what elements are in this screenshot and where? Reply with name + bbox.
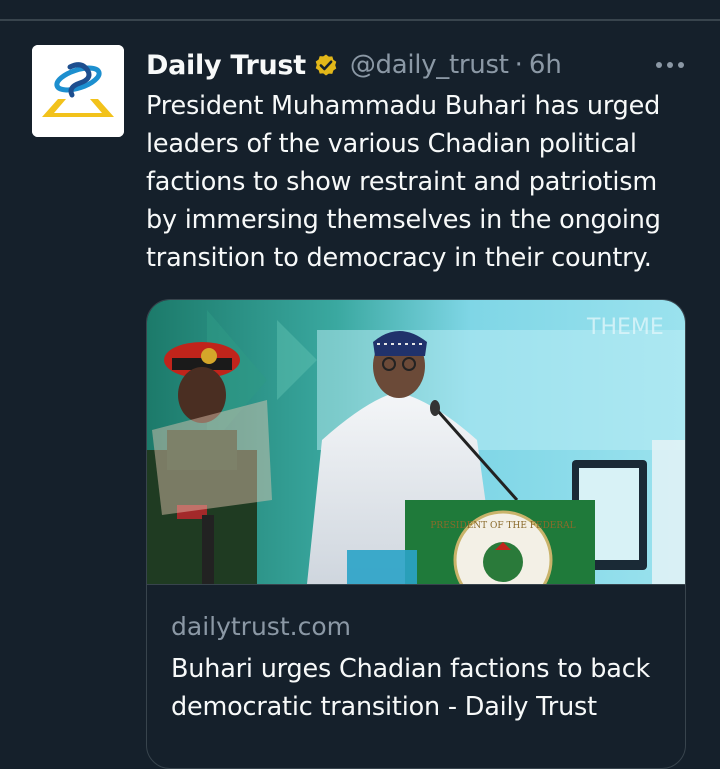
verified-badge-icon [312, 51, 340, 79]
link-card[interactable]: THEME PRESIDENT OF THE FEDERAL dailytrus… [146, 299, 686, 769]
tweet-header: Daily Trust @daily_trust · 6h [146, 45, 562, 85]
card-image[interactable]: THEME PRESIDENT OF THE FEDERAL [147, 300, 685, 585]
podium-seal-text: PRESIDENT OF THE FEDERAL [430, 521, 575, 531]
display-name[interactable]: Daily Trust [146, 50, 306, 81]
avatar[interactable] [32, 45, 124, 137]
backdrop-text: THEME [586, 315, 664, 340]
card-domain[interactable]: dailytrust.com [171, 612, 351, 641]
card-title[interactable]: Buhari urges Chadian factions to back de… [171, 650, 671, 726]
tweet-text: President Muhammadu Buhari has urged lea… [146, 91, 661, 273]
author-handle[interactable]: @daily_trust [350, 50, 509, 80]
tweet-timestamp[interactable]: 6h [529, 50, 562, 80]
daily-trust-logo-icon [32, 45, 124, 137]
more-options-icon[interactable] [650, 53, 690, 77]
tweet[interactable]: Daily Trust @daily_trust · 6h President … [0, 21, 720, 769]
header-separator: · [514, 50, 523, 80]
